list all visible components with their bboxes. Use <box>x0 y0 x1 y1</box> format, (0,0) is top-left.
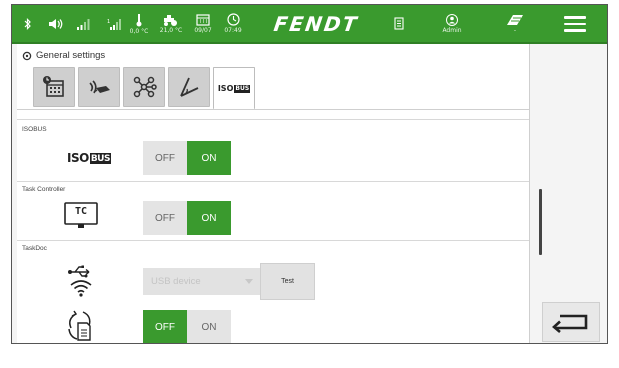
clock-icon <box>226 13 240 26</box>
signal-bars-icon <box>74 5 92 42</box>
isobus-section-title: ISOBUS <box>22 126 47 133</box>
user-icon <box>446 13 458 26</box>
return-arrow-icon <box>552 314 588 333</box>
taskdoc-on-option[interactable]: ON <box>187 310 231 343</box>
calendar-icon <box>196 13 210 26</box>
thermometer-icon <box>136 13 142 26</box>
user-account[interactable]: Admin <box>432 5 472 42</box>
settings-panel: General settings ISOBUS ISOBUS ISOBUS <box>17 44 530 343</box>
isobus-on-option[interactable]: ON <box>187 141 231 175</box>
isobus-logo-bus: BUS <box>89 152 111 164</box>
chevron-down-icon <box>245 279 253 284</box>
app-window: 1 0,0 °C 21,0 °C 09/07 07:49 FENDT Admin <box>11 4 608 344</box>
page-header: General settings <box>22 50 105 61</box>
field-selector[interactable]: - <box>502 5 528 42</box>
field-icon <box>507 14 523 25</box>
brand-logo: FENDT <box>272 12 360 36</box>
cab-temperature-value: 21,0 °C <box>159 26 183 34</box>
tab-calendar-settings[interactable] <box>33 67 75 107</box>
tabs-divider <box>17 109 529 110</box>
task-controller-icon: TC <box>64 202 98 228</box>
angle-icon <box>180 77 199 97</box>
tab-isobus-settings[interactable]: ISO BUS <box>213 67 255 109</box>
usb-wifi-icon <box>67 264 95 303</box>
task-controller-icon-text: TC <box>74 206 88 217</box>
field-label: - <box>513 26 517 34</box>
section-divider <box>17 119 529 120</box>
outside-temperature-value: 0,0 °C <box>129 27 149 35</box>
scrollbar[interactable] <box>539 189 542 255</box>
outside-temperature: 0,0 °C <box>124 5 154 42</box>
signal-hand-icon <box>89 80 110 94</box>
section-divider <box>17 240 529 241</box>
menu-icon[interactable] <box>564 16 586 32</box>
section-divider <box>17 181 529 182</box>
tab-signal-settings[interactable] <box>78 67 120 107</box>
status-bar: 1 0,0 °C 21,0 °C 09/07 07:49 FENDT Admin <box>12 5 607 44</box>
isobus-logo: ISO BUS <box>67 151 111 165</box>
document-icon[interactable] <box>390 5 408 42</box>
taskdoc-device-select-value: USB device <box>151 276 201 287</box>
bluetooth-icon[interactable] <box>20 5 36 42</box>
svg-text:1: 1 <box>107 19 110 25</box>
calendar-settings-icon <box>43 76 64 97</box>
user-label: Admin <box>442 26 462 34</box>
cab-temperature: 21,0 °C <box>154 5 188 42</box>
speaker-icon[interactable] <box>45 5 67 42</box>
taskdoc-device-select[interactable]: USB device <box>143 268 263 295</box>
tab-network-settings[interactable] <box>123 67 165 107</box>
isobus-logo-iso: ISO <box>67 151 89 165</box>
date-value: 09/07 <box>194 26 212 34</box>
taskdoc-toggle[interactable]: OFF ON <box>143 310 231 343</box>
task-controller-section-title: Task Controller <box>22 186 66 193</box>
isobus-toggle[interactable]: OFF ON <box>143 141 231 175</box>
taskdoc-section-title: TaskDoc <box>22 245 47 252</box>
settings-tabs: ISO BUS <box>33 67 258 109</box>
date-display[interactable]: 09/07 <box>188 5 218 42</box>
back-button[interactable] <box>542 302 600 342</box>
task-controller-toggle[interactable]: OFF ON <box>143 201 231 235</box>
task-controller-on-option[interactable]: ON <box>187 201 231 235</box>
isobus-tab-icon: ISO BUS <box>217 84 251 93</box>
taskdoc-off-option[interactable]: OFF <box>143 310 187 343</box>
tractor-temperature-icon <box>164 14 177 26</box>
gear-icon <box>22 51 32 60</box>
test-button[interactable]: Test <box>260 263 315 300</box>
signal-bars-sim-icon: 1 <box>105 5 123 42</box>
time-display[interactable]: 07:49 <box>218 5 248 42</box>
tab-angle-settings[interactable] <box>168 67 210 107</box>
time-value: 07:49 <box>224 27 242 34</box>
sync-document-icon <box>65 309 95 343</box>
network-nodes-icon <box>133 76 157 98</box>
isobus-off-option[interactable]: OFF <box>143 141 187 175</box>
task-controller-off-option[interactable]: OFF <box>143 201 187 235</box>
page-title: General settings <box>36 50 106 61</box>
